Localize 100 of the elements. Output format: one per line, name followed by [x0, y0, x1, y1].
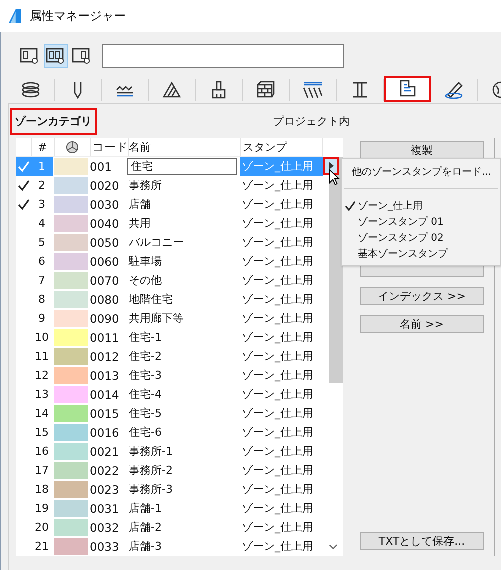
color-swatch[interactable] [54, 519, 88, 536]
table-cell-text: 共用 [128, 216, 151, 231]
column-header: コード [91, 138, 129, 156]
duplicate-button[interactable]: 複製 [360, 141, 484, 159]
table-cell-text: ゾーン_仕上用 [241, 178, 314, 194]
color-wheel-icon [66, 140, 79, 154]
save-txt-button[interactable]: TXTとして保存... [360, 532, 484, 550]
table-cell-text: 0060 [89, 254, 120, 270]
table-cell-text: ゾーン_仕上用 [241, 520, 314, 536]
color-swatch[interactable] [54, 443, 88, 460]
table-cell-text: 住宅-2 [128, 349, 162, 364]
table-cell-text: 16 [34, 444, 50, 460]
table-cell-text: 住宅-6 [128, 425, 162, 440]
table-cell-text: 0033 [89, 538, 120, 556]
table-cell-text: ゾーン_仕上用 [241, 197, 314, 213]
color-swatch[interactable] [54, 462, 88, 479]
menu-item[interactable]: ゾーン_仕上用 [342, 198, 500, 214]
stripes-icon [303, 81, 323, 99]
table-cell-text: 001 [89, 158, 113, 176]
color-swatch[interactable] [54, 291, 88, 308]
table-cell-text: ゾーン_仕上用 [241, 254, 314, 270]
table-cell-text: 住宅-1 [128, 330, 162, 345]
table-cell-text: その他 [128, 273, 162, 288]
table-cell-text: 住宅-4 [128, 387, 162, 402]
color-swatch[interactable] [54, 367, 88, 384]
view-toggle-button[interactable] [44, 44, 68, 68]
color-swatch[interactable] [54, 215, 88, 232]
menu-item[interactable]: 他のゾーンスタンプをロード... [342, 162, 500, 182]
table-cell-text: 7 [38, 273, 46, 289]
table-cell-text: 住宅-3 [128, 368, 162, 383]
table-cell-text: 14 [34, 406, 50, 422]
table-cell-text: ゾーン_仕上用 [241, 273, 314, 289]
table-cell-text: 住宅-5 [128, 406, 162, 421]
table-cell-text: 19 [34, 501, 50, 517]
color-swatch[interactable] [54, 158, 88, 175]
table-cell-text: 0032 [89, 520, 120, 536]
table-cell-text: ゾーン_仕上用 [241, 368, 314, 384]
color-swatch[interactable] [54, 481, 88, 498]
side-button[interactable]: 名前 >> [360, 315, 484, 333]
table-cell-text: 事務所-3 [128, 482, 173, 497]
color-swatch[interactable] [54, 234, 88, 251]
table-cell-text: ゾーン_仕上用 [241, 463, 314, 479]
color-swatch[interactable] [54, 272, 88, 289]
color-swatch[interactable] [54, 196, 88, 213]
menu-item[interactable]: ゾーンスタンプ 01 [342, 214, 500, 230]
table-cell-text: 8 [38, 292, 46, 308]
layers-icon [21, 81, 41, 99]
chevron-down-icon[interactable] [328, 544, 338, 550]
table-cell-text: 0011 [89, 330, 120, 346]
table-cell-text: 事務所-2 [128, 463, 173, 478]
table-cell-text: ゾーン_仕上用 [241, 501, 314, 517]
table-cell-text: ゾーン_仕上用 [241, 482, 314, 498]
table-cell-text: 0021 [89, 444, 120, 460]
color-swatch[interactable] [54, 424, 88, 441]
i-beam-icon [350, 81, 370, 99]
color-swatch[interactable] [54, 177, 88, 194]
color-swatch[interactable] [54, 253, 88, 270]
table-cell-text: ゾーン_仕上用 [241, 406, 314, 422]
color-swatch[interactable] [54, 329, 88, 346]
side-button[interactable]: インデックス >> [360, 287, 484, 305]
app-logo-icon [8, 8, 22, 24]
table-cell-text: ゾーン_仕上用 [241, 311, 314, 327]
table-cell-text: 共用廊下等 [128, 311, 184, 326]
checkmark-icon[interactable] [18, 180, 30, 192]
table-cell-text: 17 [34, 463, 50, 479]
table-cell-text: ゾーン_仕上用 [241, 330, 314, 346]
table-cell-text: 0030 [89, 196, 120, 214]
menu-item[interactable]: ゾーンスタンプ 02 [342, 230, 500, 246]
table-cell-text: 0040 [89, 216, 120, 232]
table-cell-text: 3 [38, 197, 46, 213]
search-field[interactable] [102, 44, 344, 68]
checkmark-icon [345, 200, 356, 212]
color-swatch[interactable] [54, 310, 88, 327]
pencil-icon [444, 81, 464, 99]
color-swatch[interactable] [54, 386, 88, 403]
color-swatch[interactable] [54, 348, 88, 365]
table-cell-text: 0014 [89, 386, 120, 404]
caret-icon [328, 162, 334, 170]
checkmark-icon[interactable] [18, 198, 30, 210]
table-cell-text: 事務所-1 [128, 444, 173, 459]
table-cell-text: 0016 [89, 424, 120, 442]
table-cell-text: 店舗-3 [128, 539, 162, 554]
table-cell-text: 2 [38, 178, 46, 194]
table-cell-text: 6 [38, 254, 46, 270]
table-cell-text: 4 [38, 216, 46, 232]
attribute-tab[interactable] [384, 76, 431, 102]
color-swatch[interactable] [54, 500, 88, 517]
table-cell-text: ゾーン_仕上用 [241, 387, 314, 403]
dropdown-arrow-button[interactable] [323, 157, 339, 175]
table-cell-text: ゾーン_仕上用 [241, 235, 314, 251]
brick-icon [256, 81, 276, 99]
name-input-field[interactable]: 住宅 [127, 158, 237, 175]
menu-item[interactable]: 基本ゾーンスタンプ [342, 246, 500, 262]
table-cell-text: 13 [34, 387, 50, 403]
table-cell-text: 0070 [89, 272, 120, 290]
color-swatch[interactable] [54, 538, 88, 555]
zone-icon [398, 80, 418, 98]
table-cell-text: 店舗-1 [128, 501, 162, 516]
color-swatch[interactable] [54, 405, 88, 422]
table-cell-text: 15 [34, 425, 50, 441]
